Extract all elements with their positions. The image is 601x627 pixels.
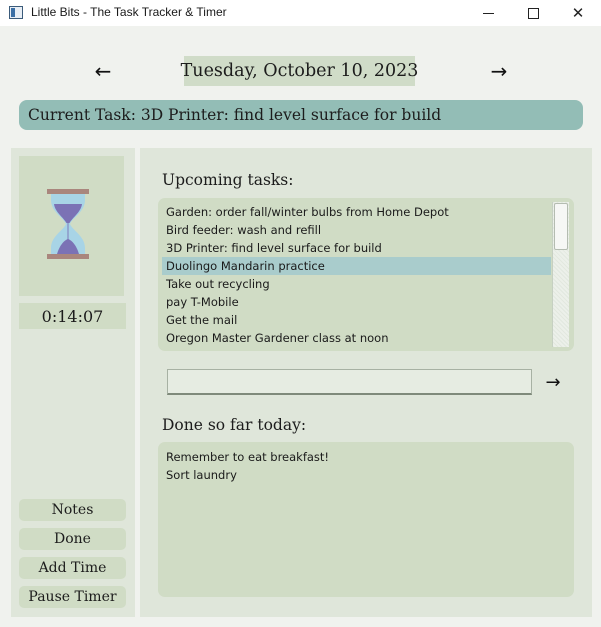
- close-icon: ✕: [571, 4, 585, 22]
- list-item-selected[interactable]: Duolingo Mandarin practice: [162, 257, 551, 275]
- elapsed-time: 0:14:07: [19, 303, 126, 329]
- list-item[interactable]: Remember to eat breakfast!: [166, 448, 566, 466]
- maximize-icon: [527, 7, 539, 19]
- list-item[interactable]: Garden: order fall/winter bulbs from Hom…: [162, 203, 551, 221]
- upcoming-tasks-label: Upcoming tasks:: [162, 171, 294, 189]
- window-title: Little Bits - The Task Tracker & Timer: [31, 5, 227, 19]
- hourglass-icon: [47, 189, 89, 259]
- list-item[interactable]: Sort laundry: [166, 466, 566, 484]
- list-item[interactable]: Take out recycling: [162, 275, 551, 293]
- list-item[interactable]: Get the mail: [162, 311, 551, 329]
- timer-panel: 0:14:07 Notes Done Add Time Pause Timer: [11, 148, 135, 617]
- list-item[interactable]: Oregon Master Gardener class at noon: [162, 329, 551, 347]
- add-task-button[interactable]: →: [539, 370, 567, 394]
- done-today-list: Remember to eat breakfast! Sort laundry: [158, 442, 574, 597]
- new-task-input[interactable]: [167, 369, 532, 395]
- list-item[interactable]: 3D Printer: find level surface for build: [162, 239, 551, 257]
- hourglass-box: [19, 156, 124, 296]
- done-today-label: Done so far today:: [162, 416, 307, 434]
- next-day-button[interactable]: →: [484, 56, 514, 86]
- date-label: Tuesday, October 10, 2023: [181, 56, 418, 86]
- minimize-icon: [482, 12, 494, 14]
- list-item[interactable]: Bird feeder: wash and refill: [162, 221, 551, 239]
- list-item[interactable]: pay T-Mobile: [162, 293, 551, 311]
- task-list-scrollbar[interactable]: [552, 202, 569, 347]
- app-window-icon: [9, 6, 23, 19]
- pause-timer-button[interactable]: Pause Timer: [19, 586, 126, 608]
- tasks-panel: Upcoming tasks: Garden: order fall/winte…: [140, 148, 592, 617]
- scrollbar-thumb[interactable]: [554, 203, 568, 250]
- previous-day-button[interactable]: ←: [88, 56, 118, 86]
- current-task-banner: Current Task: 3D Printer: find level sur…: [19, 100, 583, 130]
- done-button[interactable]: Done: [19, 528, 126, 550]
- title-bar: Little Bits - The Task Tracker & Timer ✕: [0, 0, 601, 26]
- maximize-button[interactable]: [510, 0, 556, 26]
- date-navigation: ← Tuesday, October 10, 2023 →: [0, 56, 601, 86]
- notes-button[interactable]: Notes: [19, 499, 126, 521]
- minimize-button[interactable]: [465, 0, 511, 26]
- upcoming-tasks-list: Garden: order fall/winter bulbs from Hom…: [158, 198, 574, 351]
- close-button[interactable]: ✕: [555, 0, 601, 26]
- add-time-button[interactable]: Add Time: [19, 557, 126, 579]
